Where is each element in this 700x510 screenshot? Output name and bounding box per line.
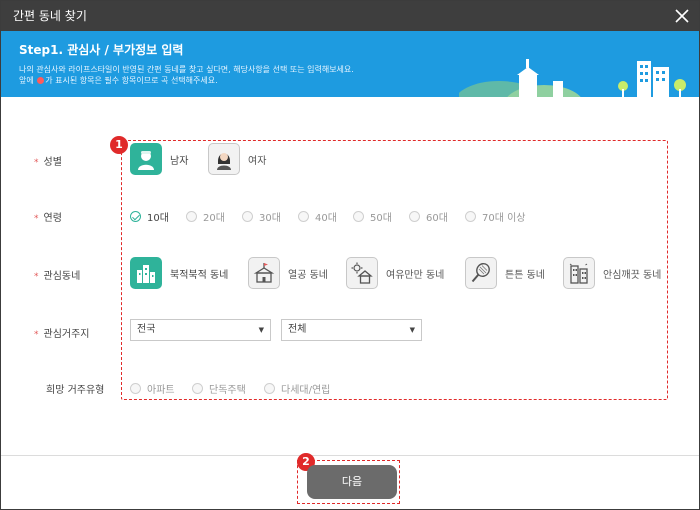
age-option-40s[interactable]: 40대	[298, 209, 337, 224]
dropdown-arrow-icon: ▼	[258, 326, 264, 334]
female-avatar-icon	[208, 143, 240, 175]
gender-label: * 성별	[34, 157, 62, 168]
banner-description: 나의 관심사와 라이프스타일이 반영된 간편 동네를 찾고 싶다면, 해당사항을…	[19, 65, 354, 74]
housing-option-apartment[interactable]: 아파트	[130, 381, 175, 396]
age-label: * 연령	[34, 213, 62, 224]
banner-title: Step1. 관심사 / 부가정보 입력	[19, 43, 184, 57]
banner-required-note: 앞에 가 표시된 항목은 필수 항목이므로 곡 선택해주세요.	[19, 76, 218, 85]
age-option-30s[interactable]: 30대	[242, 209, 281, 224]
district-select[interactable]: 전체 ▼	[281, 319, 422, 341]
interest-option-safe-clean[interactable]: 안심깨끗 동네	[563, 257, 661, 289]
house-sun-icon	[346, 257, 378, 289]
housing-label: 희망 거주유형	[46, 385, 105, 396]
check-icon	[130, 211, 141, 222]
interest-option-busy[interactable]: 북적북적 동네	[130, 257, 228, 289]
interest-option-healthy[interactable]: 튼튼 동네	[465, 257, 545, 289]
age-option-20s[interactable]: 20대	[186, 209, 225, 224]
residence-label: * 관심거주지	[34, 329, 90, 340]
footer-divider	[1, 455, 699, 456]
close-button[interactable]	[671, 5, 693, 27]
city-select[interactable]: 전국 ▼	[130, 319, 271, 341]
step-banner: Step1. 관심사 / 부가정보 입력 나의 관심사와 라이프스타일이 반영된…	[1, 31, 699, 97]
age-option-60s[interactable]: 60대	[409, 209, 448, 224]
gender-option-female[interactable]: 여자	[208, 143, 266, 175]
school-icon	[248, 257, 280, 289]
age-option-50s[interactable]: 50대	[353, 209, 392, 224]
dialog-window: 간편 동네 찾기 Step1. 관심사 / 부가정보 입력 나의 관심사와 라이…	[0, 0, 700, 510]
interest-option-study[interactable]: 열공 동네	[248, 257, 328, 289]
interest-label: * 관심동네	[34, 271, 81, 282]
housing-option-detached[interactable]: 단독주택	[192, 381, 246, 396]
step-marker-1: 1	[110, 136, 128, 154]
next-button[interactable]: 다음	[307, 465, 397, 499]
title-bar: 간편 동네 찾기	[1, 1, 699, 31]
age-option-70s-plus[interactable]: 70대 이상	[465, 209, 526, 224]
close-icon	[675, 9, 689, 23]
apartment-icon	[563, 257, 595, 289]
interest-option-relaxed[interactable]: 여유만만 동네	[346, 257, 444, 289]
buildings-icon	[130, 257, 162, 289]
city-illustration	[459, 59, 686, 97]
dropdown-arrow-icon: ▼	[409, 326, 415, 334]
required-dot-icon	[37, 77, 45, 84]
age-option-10s[interactable]: 10대	[130, 209, 169, 224]
tennis-racket-icon	[465, 257, 497, 289]
male-avatar-icon	[130, 143, 162, 175]
window-title: 간편 동네 찾기	[13, 9, 87, 23]
gender-option-male[interactable]: 남자	[130, 143, 188, 175]
housing-option-multi-family[interactable]: 다세대/연립	[264, 381, 330, 396]
